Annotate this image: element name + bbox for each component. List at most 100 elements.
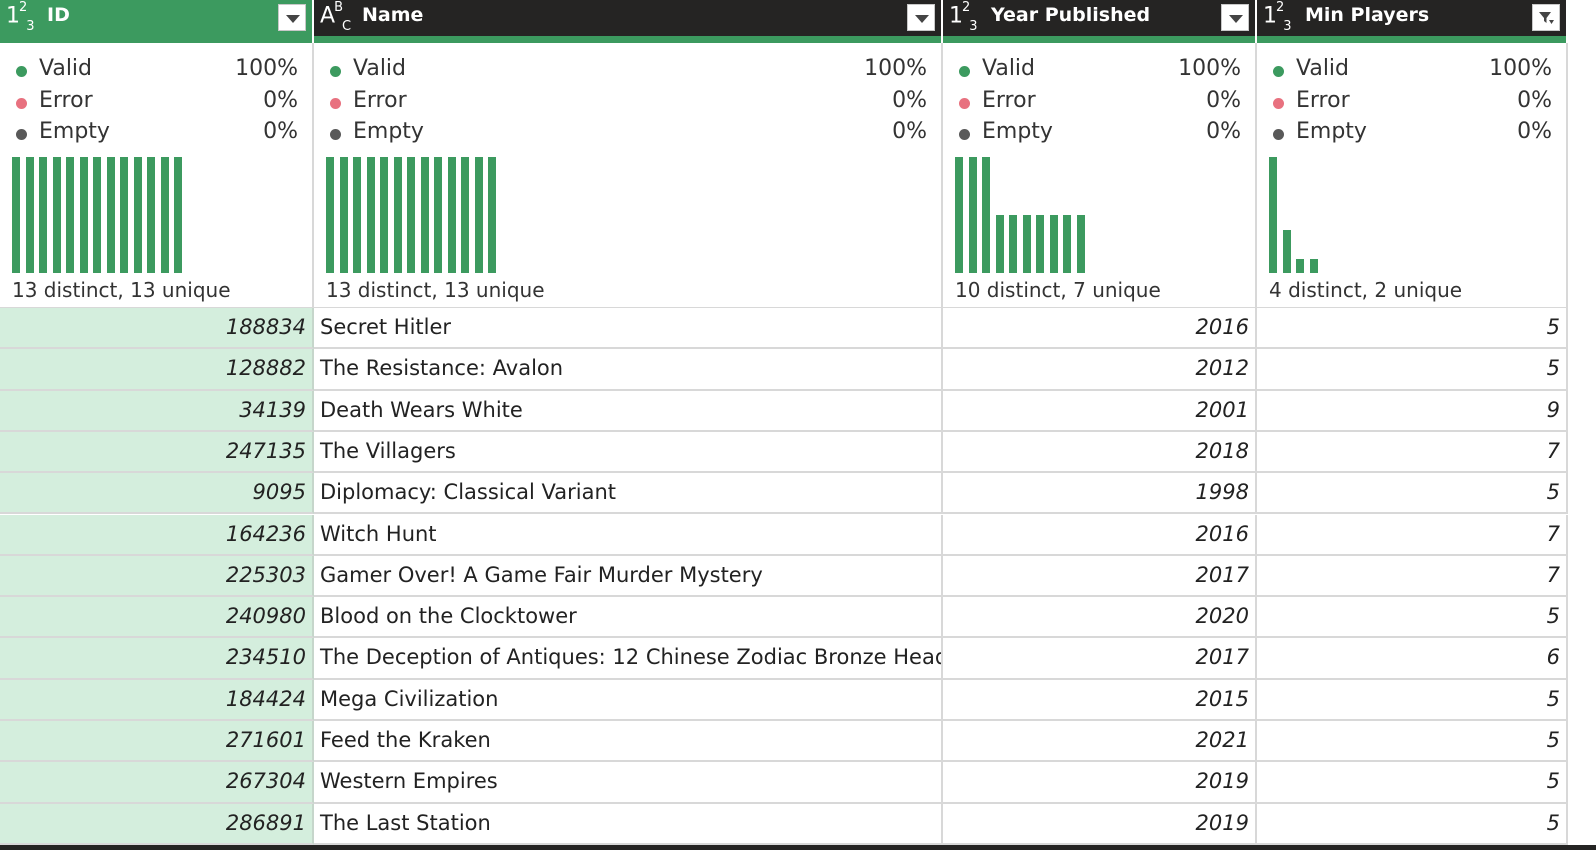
table-cell-year[interactable]: 2016 [943, 308, 1257, 350]
table-cell-id[interactable]: 34139 [0, 390, 314, 432]
table-cell-year[interactable]: 2019 [943, 803, 1257, 845]
table-cell-minp[interactable]: 7 [1257, 514, 1568, 556]
quality-valid-row: Valid 100% [326, 56, 927, 84]
column-title-minp: Min Players [1305, 4, 1430, 26]
distinct-unique-count: 13 distinct, 13 unique [12, 278, 231, 302]
error-label: Error [1296, 88, 1350, 113]
valid-dot-icon [959, 66, 970, 77]
error-label: Error [39, 88, 93, 113]
table-cell-year[interactable]: 2020 [943, 597, 1257, 639]
table-cell-id[interactable]: 128882 [0, 349, 314, 391]
table-cell-year[interactable]: 1998 [943, 473, 1257, 515]
quality-error-row: Error 0% [1269, 88, 1552, 116]
minp-filter-button[interactable] [1532, 4, 1560, 31]
table-cell-year[interactable]: 2021 [943, 721, 1257, 763]
table-cell-name[interactable]: The Deception of Antiques: 12 Chinese Zo… [314, 638, 943, 680]
error-dot-icon [16, 98, 27, 109]
column-profile-minp: Valid 100% Error 0% Empty 0% 4 distinct, 2 uni… [1257, 43, 1568, 308]
table-cell-id[interactable]: 247135 [0, 431, 314, 474]
table-cell-minp[interactable]: 5 [1257, 803, 1568, 845]
column-header-minp[interactable]: 123 Min Players [1257, 0, 1568, 36]
table-cell-id[interactable]: 267304 [0, 762, 314, 804]
error-label: Error [982, 88, 1036, 113]
histogram-bar [420, 157, 429, 273]
table-cell-minp[interactable]: 5 [1257, 349, 1568, 391]
histogram-bar [955, 157, 963, 273]
minp-type-icon[interactable]: 123 [1263, 0, 1292, 34]
table-cell-name[interactable]: Blood on the Clocktower [314, 597, 943, 639]
table-cell-id[interactable]: 164236 [0, 514, 314, 556]
table-cell-name[interactable]: Death Wears White [314, 390, 943, 432]
table-cell-year[interactable]: 2019 [943, 762, 1257, 804]
column-header-id[interactable]: 123 ID [0, 0, 314, 36]
empty-label: Empty [1296, 119, 1367, 144]
table-cell-id[interactable]: 240980 [0, 597, 314, 639]
table-cell-id[interactable]: 9095 [0, 473, 314, 515]
table-cell-name[interactable]: Mega Civilization [314, 679, 943, 721]
histogram-bar [1296, 258, 1304, 273]
year-type-icon[interactable]: 123 [949, 0, 978, 34]
table-cell-id[interactable]: 271601 [0, 721, 314, 763]
data-preview-grid: 123 ID Valid 100% Error 0% Empty 0% 13 distinct,… [0, 0, 1568, 845]
column-title-name: Name [362, 4, 424, 26]
table-cell-minp[interactable]: 5 [1257, 308, 1568, 350]
table-cell-year[interactable]: 2017 [943, 638, 1257, 680]
error-dot-icon [1273, 98, 1284, 109]
table-cell-id[interactable]: 225303 [0, 555, 314, 598]
table-cell-name[interactable]: Secret Hitler [314, 308, 943, 350]
valid-label: Valid [982, 56, 1036, 81]
table-cell-name[interactable]: Diplomacy: Classical Variant [314, 473, 943, 515]
histogram-bar [93, 157, 101, 273]
chevron-down-icon [915, 15, 929, 23]
histogram-bar [1063, 215, 1071, 273]
valid-dot-icon [1273, 66, 1284, 77]
table-cell-name[interactable]: Feed the Kraken [314, 721, 943, 763]
column-header-name[interactable]: ABC Name [314, 0, 943, 36]
table-cell-minp[interactable]: 5 [1257, 473, 1568, 515]
table-cell-minp[interactable]: 9 [1257, 390, 1568, 432]
table-cell-name[interactable]: The Resistance: Avalon [314, 349, 943, 391]
table-cell-minp[interactable]: 5 [1257, 721, 1568, 763]
empty-percent: 0% [263, 119, 298, 144]
histogram-bar [968, 157, 977, 273]
table-cell-id[interactable]: 286891 [0, 803, 314, 845]
table-cell-year[interactable]: 2017 [943, 555, 1257, 598]
histogram-bar [1049, 215, 1058, 273]
histogram-bar [106, 157, 115, 273]
histogram-bar [474, 157, 483, 273]
column-profile-year: Valid 100% Error 0% Empty 0% 10 distinct, 7 un… [943, 43, 1257, 308]
table-cell-name[interactable]: Witch Hunt [314, 514, 943, 556]
column-quality-bar-name [314, 36, 941, 43]
name-dropdown-button[interactable] [907, 4, 935, 31]
table-cell-year[interactable]: 2015 [943, 679, 1257, 721]
table-cell-minp[interactable]: 5 [1257, 762, 1568, 804]
table-cell-minp[interactable]: 7 [1257, 431, 1568, 474]
table-cell-name[interactable]: The Last Station [314, 803, 943, 845]
column-header-year[interactable]: 123 Year Published [943, 0, 1257, 36]
table-cell-year[interactable]: 2016 [943, 514, 1257, 556]
table-cell-minp[interactable]: 5 [1257, 597, 1568, 639]
year-dropdown-button[interactable] [1221, 4, 1249, 31]
valid-percent: 100% [1178, 56, 1241, 81]
table-cell-minp[interactable]: 6 [1257, 638, 1568, 680]
table-cell-year[interactable]: 2012 [943, 349, 1257, 391]
quality-valid-row: Valid 100% [955, 56, 1241, 84]
name-type-icon[interactable]: ABC [320, 0, 351, 34]
column-title-year: Year Published [991, 4, 1151, 26]
table-cell-minp[interactable]: 5 [1257, 679, 1568, 721]
table-cell-id[interactable]: 188834 [0, 308, 314, 350]
table-cell-id[interactable]: 234510 [0, 638, 314, 680]
table-cell-name[interactable]: The Villagers [314, 431, 943, 474]
id-dropdown-button[interactable] [278, 4, 306, 31]
table-cell-name[interactable]: Western Empires [314, 762, 943, 804]
table-cell-year[interactable]: 2001 [943, 390, 1257, 432]
histogram-bar [160, 157, 169, 273]
table-cell-id[interactable]: 184424 [0, 679, 314, 721]
table-cell-year[interactable]: 2018 [943, 431, 1257, 474]
histogram-bar [25, 157, 34, 273]
filter-icon [1538, 10, 1555, 26]
histogram-bar [1309, 258, 1318, 273]
id-type-icon[interactable]: 123 [6, 0, 35, 34]
table-cell-minp[interactable]: 7 [1257, 555, 1568, 598]
table-cell-name[interactable]: Gamer Over! A Game Fair Murder Mystery [314, 555, 943, 598]
